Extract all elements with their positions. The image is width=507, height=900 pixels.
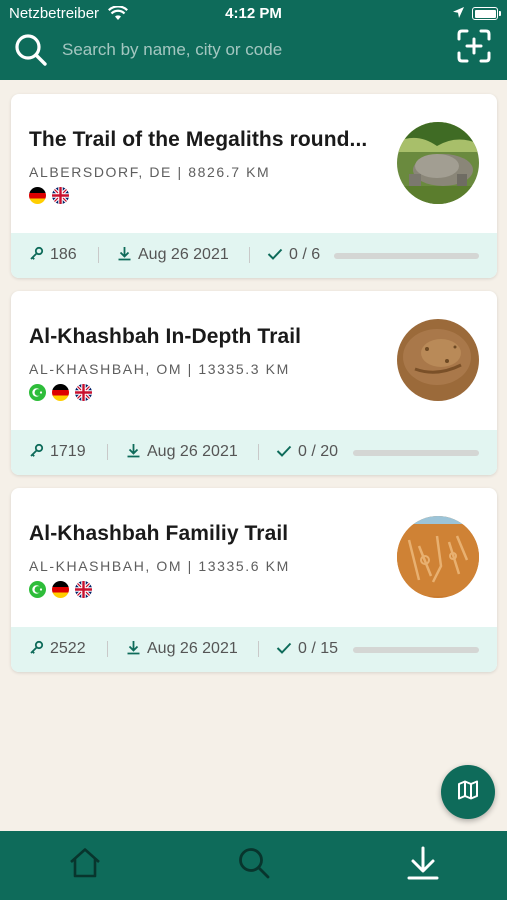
uk-flag-icon: [75, 384, 92, 401]
divider: [249, 247, 250, 263]
trail-progress-value: 0 / 6: [289, 246, 321, 263]
trail-footer: 1719 Aug 26 2021 0 / 20: [11, 430, 497, 475]
uk-flag-icon: [75, 581, 92, 598]
trail-title: Al-Khashbah Familiy Trail: [29, 522, 289, 545]
german-flag-icon: [29, 187, 46, 204]
trail-title: Al-Khashbah In-Depth Trail: [29, 325, 302, 348]
divider: [107, 444, 108, 460]
trail-progress-text: 0 / 20: [276, 443, 338, 461]
tab-bar: [0, 831, 507, 900]
trail-date: Aug 26 2021: [126, 443, 238, 461]
trail-progress-bar: [334, 253, 479, 259]
check-icon: [267, 248, 283, 260]
trail-location: AL-KHASHBAH, OM | 13335.6 KM: [29, 558, 290, 574]
trail-progress-text: 0 / 15: [276, 640, 338, 658]
check-icon: [276, 445, 292, 457]
trail-title: The Trail of the Megaliths round...: [29, 128, 368, 151]
home-icon: [68, 847, 102, 884]
divider: [258, 444, 259, 460]
scan-add-icon[interactable]: [456, 28, 492, 69]
download-icon: [406, 845, 440, 886]
trail-progress-bar: [353, 647, 479, 653]
tab-home[interactable]: [0, 831, 169, 900]
trail-code: 186: [29, 246, 77, 264]
battery-icon: [472, 7, 501, 20]
divider: [107, 641, 108, 657]
trail-location: ALBERSDORF, DE | 8826.7 KM: [29, 164, 271, 180]
trail-code-value: 1719: [50, 443, 86, 460]
language-flags: [29, 187, 75, 205]
trail-footer: 186 Aug 26 2021 0 / 6: [11, 233, 497, 278]
trail-footer: 2522 Aug 26 2021 0 / 15: [11, 627, 497, 672]
trail-code-value: 2522: [50, 640, 86, 657]
trail-image: [397, 122, 479, 204]
search-icon[interactable]: [13, 32, 49, 73]
trail-progress-text: 0 / 6: [267, 246, 320, 264]
search-icon: [237, 846, 271, 885]
map-button[interactable]: [441, 765, 495, 819]
status-time: 4:12 PM: [225, 5, 282, 22]
trail-image: [397, 516, 479, 598]
key-icon: [30, 640, 44, 654]
trail-date-value: Aug 26 2021: [147, 443, 238, 460]
location-arrow-icon: [452, 6, 465, 24]
divider: [258, 641, 259, 657]
uk-flag-icon: [52, 187, 69, 204]
top-bar: Netzbetreiber 4:12 PM: [0, 0, 507, 80]
download-icon: [127, 641, 140, 655]
trail-card[interactable]: Al-Khashbah In-Depth Trail AL-KHASHBAH, …: [11, 291, 497, 475]
trail-card[interactable]: The Trail of the Megaliths round... ALBE…: [11, 94, 497, 278]
download-icon: [118, 247, 131, 261]
trail-location: AL-KHASHBAH, OM | 13335.3 KM: [29, 361, 290, 377]
trail-progress-value: 0 / 15: [298, 640, 339, 657]
trail-image: [397, 319, 479, 401]
download-icon: [127, 444, 140, 458]
trail-date-value: Aug 26 2021: [138, 246, 229, 263]
key-icon: [30, 443, 44, 457]
german-flag-icon: [52, 581, 69, 598]
divider: [98, 247, 99, 263]
german-flag-icon: [52, 384, 69, 401]
check-icon: [276, 642, 292, 654]
trail-date: Aug 26 2021: [126, 640, 238, 658]
arabic-language-icon: [29, 581, 46, 598]
search-input[interactable]: [62, 38, 422, 62]
trail-code-value: 186: [50, 246, 77, 263]
language-flags: [29, 384, 98, 402]
trail-code: 2522: [29, 640, 86, 658]
status-bar: Netzbetreiber 4:12 PM: [0, 0, 507, 28]
tab-search[interactable]: [169, 831, 338, 900]
language-flags: [29, 581, 98, 599]
trail-code: 1719: [29, 443, 86, 461]
arabic-language-icon: [29, 384, 46, 401]
key-icon: [30, 246, 44, 260]
map-icon: [457, 779, 479, 806]
tab-downloads[interactable]: [338, 831, 507, 900]
trail-card[interactable]: Al-Khashbah Familiy Trail AL-KHASHBAH, O…: [11, 488, 497, 672]
trail-progress-value: 0 / 20: [298, 443, 339, 460]
trail-progress-bar: [353, 450, 479, 456]
trail-date-value: Aug 26 2021: [147, 640, 238, 657]
trail-date: Aug 26 2021: [117, 246, 229, 264]
